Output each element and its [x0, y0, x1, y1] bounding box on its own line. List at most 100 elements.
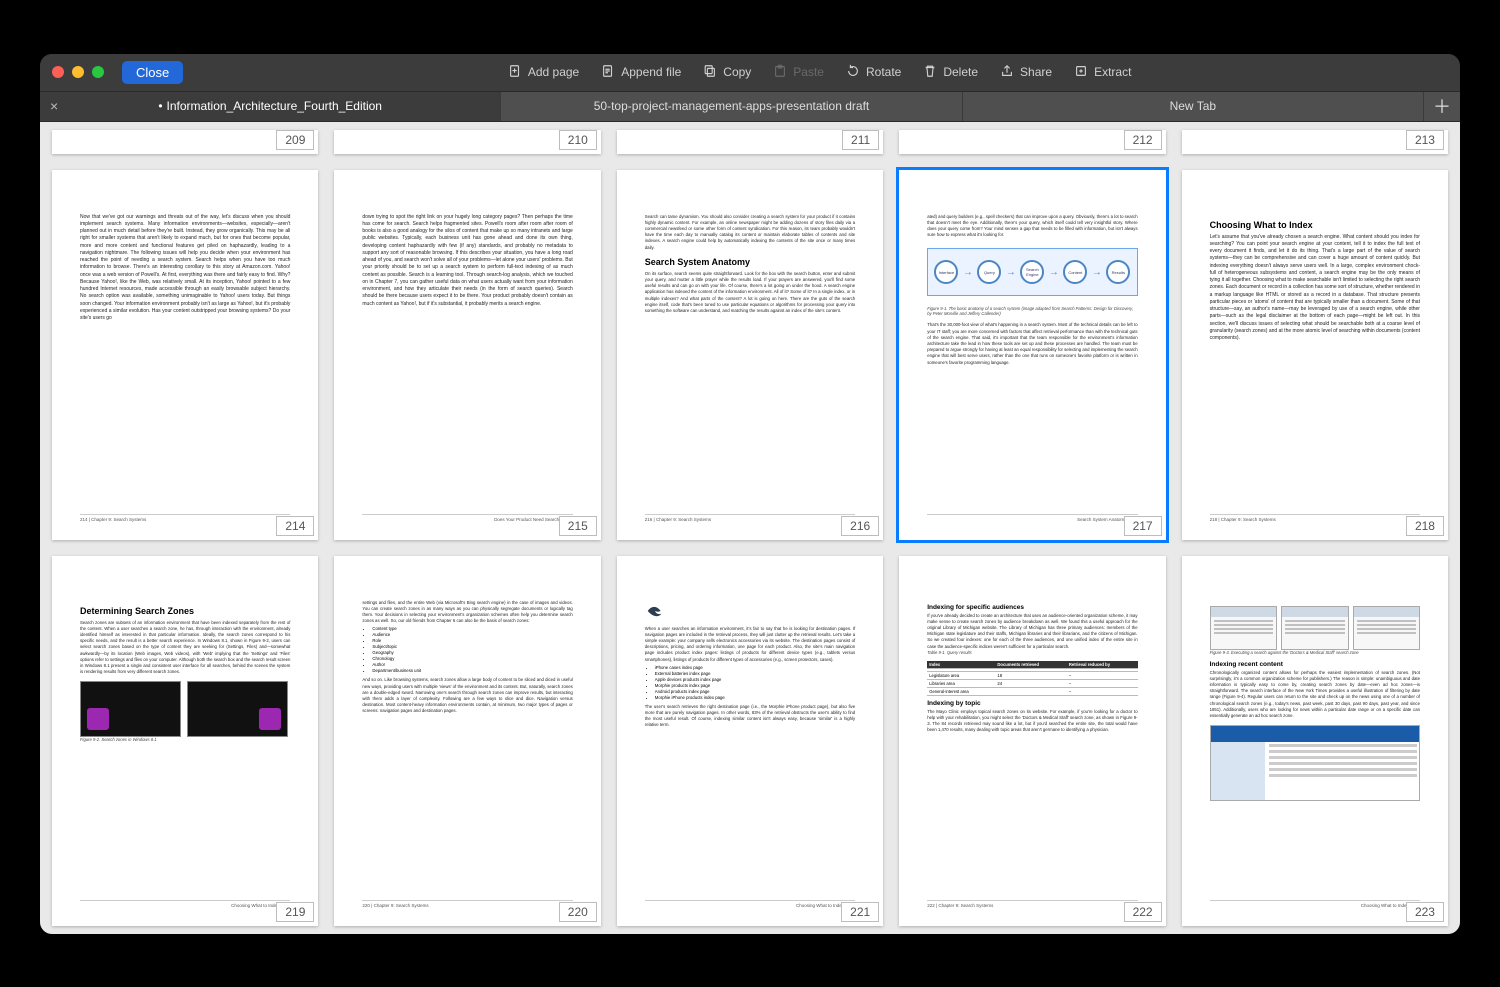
page-subheading: Indexing recent content	[1210, 661, 1420, 668]
tabbar: × • Information_Architecture_Fourth_Edit…	[40, 92, 1460, 122]
page-thumbnail[interactable]: Search can tame dynamism. You should als…	[617, 170, 883, 540]
tool-label: Copy	[723, 65, 751, 79]
page-body: On its surface, search seems quite strai…	[645, 271, 855, 315]
tab-label: New Tab	[1170, 99, 1216, 113]
thumbnails-pane[interactable]: 209 210 211 212 213 Now that we've got our w…	[40, 122, 1460, 934]
tool-add-page[interactable]: Add page	[508, 64, 579, 81]
bullet-list: Content typeAudienceRoleSubject/topicGeo…	[362, 626, 572, 673]
thumbnail-row-partial: 209 210 211 212 213	[48, 130, 1452, 154]
page-thumbnail[interactable]: settings and files, and the entire Web (…	[334, 556, 600, 926]
page-thumbnail[interactable]: Now that we've got our warnings and thre…	[52, 170, 318, 540]
page-body: Let's assume that you've already chosen …	[1210, 234, 1420, 343]
page-intro: Search can tame dynamism. You should als…	[645, 214, 855, 251]
page-thumbnail[interactable]: down trying to spot the right link on yo…	[334, 170, 600, 540]
figure-caption: Figure 9-3. Executing a search against t…	[1210, 650, 1420, 655]
page-number-badge: 221	[841, 902, 879, 922]
thumbnail-row: Determining Search Zones Search zones ar…	[48, 556, 1452, 926]
close-button[interactable]: Close	[122, 61, 183, 84]
page-body: Chronologically organized content allows…	[1210, 670, 1420, 720]
page-number-badge: 212	[1124, 130, 1162, 150]
trash-icon	[923, 64, 937, 81]
tool-paste: Paste	[773, 64, 824, 81]
page-thumbnail-selected[interactable]: ated) and query builders (e.g., spell ch…	[899, 170, 1165, 540]
page-body: Now that we've got our warnings and thre…	[80, 214, 290, 323]
page-thumbnail-partial[interactable]: 213	[1182, 130, 1448, 154]
tool-label: Rotate	[866, 65, 901, 79]
embedded-screenshots	[1210, 606, 1420, 650]
page-number-badge: 213	[1406, 130, 1444, 150]
tab-project-management-apps[interactable]: 50-top-project-management-apps-presentat…	[501, 92, 962, 121]
page-thumbnail[interactable]: Choosing What to Index Let's assume that…	[1182, 170, 1448, 540]
tool-rotate[interactable]: Rotate	[846, 64, 901, 81]
page-thumbnail[interactable]: Indexing for specific audiences If you'v…	[899, 556, 1165, 926]
tab-information-architecture[interactable]: × • Information_Architecture_Fourth_Edit…	[40, 92, 501, 121]
tab-modified-indicator: •	[158, 99, 162, 113]
tool-delete[interactable]: Delete	[923, 64, 978, 81]
page-number-badge: 222	[1124, 902, 1162, 922]
page-thumbnail[interactable]: When a user searches an information envi…	[617, 556, 883, 926]
page-body: That's the 30,000-foot view of what's ha…	[927, 322, 1137, 366]
append-icon	[601, 64, 615, 81]
page-heading: Search System Anatomy	[645, 257, 855, 267]
tool-label: Paste	[793, 65, 824, 79]
results-table: IndexDocuments retrievedRetrieval reduce…	[927, 661, 1137, 696]
paste-icon	[773, 64, 787, 81]
toolbar: Add page Append file Copy Paste Rotate Delete…	[191, 64, 1448, 81]
page-subheading: Indexing by topic	[927, 700, 1137, 707]
page-subheading: Indexing for specific audiences	[927, 604, 1137, 611]
page-thumbnail-partial[interactable]: 212	[899, 130, 1165, 154]
new-tab-button[interactable]: ＋	[1424, 92, 1460, 121]
page-thumbnail[interactable]: Figure 9-3. Executing a search against t…	[1182, 556, 1448, 926]
page-number-badge: 210	[559, 130, 597, 150]
page-number-badge: 219	[276, 902, 314, 922]
tool-share[interactable]: Share	[1000, 64, 1052, 81]
thumbnail-row: Now that we've got our warnings and thre…	[48, 170, 1452, 540]
close-window-icon[interactable]	[52, 66, 64, 78]
page-thumbnail-partial[interactable]: 210	[334, 130, 600, 154]
tool-label: Share	[1020, 65, 1052, 79]
embedded-screenshot	[1210, 725, 1420, 801]
page-thumbnail[interactable]: Determining Search Zones Search zones ar…	[52, 556, 318, 926]
page-intro: ated) and query builders (e.g., spell ch…	[927, 214, 1137, 239]
page-body: And so on. Like browsing systems, search…	[362, 677, 572, 714]
tab-label: 50-top-project-management-apps-presentat…	[594, 99, 869, 113]
page-body: The Mayo Clinic employs topical search z…	[927, 709, 1137, 734]
zoom-window-icon[interactable]	[92, 66, 104, 78]
page-number-badge: 217	[1124, 516, 1162, 536]
tool-label: Add page	[528, 65, 579, 79]
tool-label: Append file	[621, 65, 681, 79]
page-body: Search zones are subsets of an informati…	[80, 620, 290, 676]
page-body: down trying to spot the right link on yo…	[362, 214, 572, 308]
tool-extract[interactable]: Extract	[1074, 64, 1131, 81]
tool-append-file[interactable]: Append file	[601, 64, 681, 81]
tool-label: Extract	[1094, 65, 1131, 79]
traffic-lights	[52, 66, 104, 78]
figure-caption: Figure 9-1. The basic anatomy of a searc…	[927, 306, 1137, 316]
bullet-list: iPhone cases index pageExternal batterie…	[645, 665, 855, 700]
bird-icon	[645, 600, 667, 622]
page-thumbnail-partial[interactable]: 209	[52, 130, 318, 154]
page-thumbnail-partial[interactable]: 211	[617, 130, 883, 154]
tab-new[interactable]: New Tab	[963, 92, 1424, 121]
tab-close-icon[interactable]: ×	[50, 99, 58, 113]
tool-label: Delete	[943, 65, 978, 79]
share-icon	[1000, 64, 1014, 81]
page-body: settings and files, and the entire Web (…	[362, 600, 572, 625]
app-window: Close Add page Append file Copy Paste Rotate…	[40, 54, 1460, 934]
page-number-badge: 218	[1406, 516, 1444, 536]
tool-copy[interactable]: Copy	[703, 64, 751, 81]
page-number-badge: 209	[276, 130, 314, 150]
embedded-screenshots	[80, 681, 290, 737]
search-anatomy-diagram: Interface→ Query→ Search Engine→ Content…	[927, 248, 1137, 296]
minimize-window-icon[interactable]	[72, 66, 84, 78]
titlebar: Close Add page Append file Copy Paste Rotate…	[40, 54, 1460, 92]
page-body: When a user searches an information envi…	[645, 626, 855, 663]
figure-caption: Figure 9-2. Search zones in Windows 8.1	[80, 737, 290, 742]
plus-doc-icon	[508, 64, 522, 81]
page-number-badge: 214	[276, 516, 314, 536]
page-number-badge: 220	[559, 902, 597, 922]
tab-label: Information_Architecture_Fourth_Edition	[167, 99, 382, 113]
page-body: If you've already decided to create an a…	[927, 613, 1137, 650]
page-heading: Choosing What to Index	[1210, 220, 1420, 230]
page-body: The user's search retrieves the right de…	[645, 704, 855, 729]
